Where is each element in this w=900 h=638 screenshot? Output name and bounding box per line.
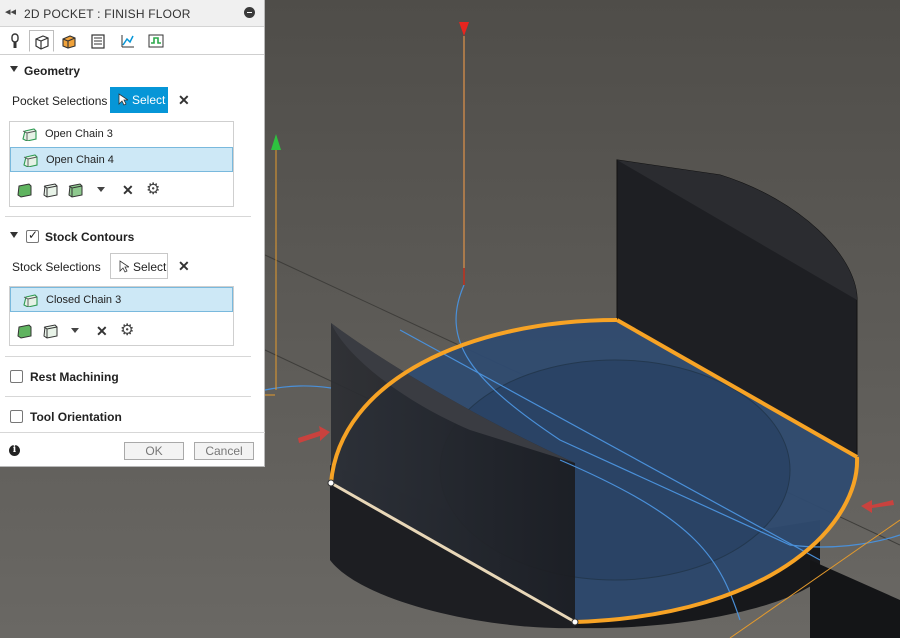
list-item-label: Closed Chain 3 bbox=[46, 294, 122, 306]
chevron-down-icon[interactable] bbox=[97, 187, 105, 192]
pocket-list-tools: ✕ ⚙ bbox=[10, 179, 233, 203]
clear-stock-selection-icon[interactable]: ✕ bbox=[178, 258, 190, 275]
delete-icon[interactable]: ✕ bbox=[122, 182, 134, 199]
cancel-button[interactable]: Cancel bbox=[194, 442, 254, 460]
list-item-label: Open Chain 4 bbox=[46, 154, 114, 166]
collapse-arrow-icon bbox=[10, 232, 18, 238]
stock-selection-list: Closed Chain 3 ✕ ⚙ bbox=[9, 286, 234, 346]
cursor-icon bbox=[119, 260, 129, 273]
stock-selections-label: Stock Selections bbox=[12, 260, 101, 274]
list-item[interactable]: Open Chain 3 bbox=[10, 122, 233, 147]
pocket-select-button[interactable]: Select bbox=[110, 87, 168, 113]
tab-passes[interactable] bbox=[86, 30, 111, 52]
double-left-arrow-icon[interactable]: ◂◂ bbox=[5, 5, 16, 18]
collapse-arrow-icon bbox=[10, 66, 18, 72]
chain-icon bbox=[22, 128, 37, 141]
2d-pocket-panel: ◂◂ 2D POCKET : FINISH FLOOR Geometry Poc… bbox=[0, 0, 265, 467]
stock-contours-section-header[interactable]: Stock Contours bbox=[0, 227, 265, 247]
simulation-icon bbox=[148, 34, 164, 48]
info-icon[interactable]: i bbox=[9, 445, 20, 456]
gear-icon[interactable]: ⚙ bbox=[146, 179, 160, 199]
list-item-label: Open Chain 3 bbox=[45, 128, 113, 140]
geometry-cube-icon bbox=[35, 35, 49, 50]
list-item[interactable]: Open Chain 4 bbox=[10, 147, 233, 172]
pocket-selection-list: Open Chain 3 Open Chain 4 ✕ ⚙ bbox=[9, 121, 234, 207]
panel-title: 2D POCKET : FINISH FLOOR bbox=[24, 7, 191, 21]
tool-icon bbox=[11, 33, 19, 48]
clear-pocket-selection-icon[interactable]: ✕ bbox=[178, 92, 190, 109]
panel-tabs bbox=[0, 27, 264, 55]
heights-icon bbox=[62, 35, 76, 49]
stock-contours-heading: Stock Contours bbox=[45, 230, 135, 244]
pocket-selections-label: Pocket Selections bbox=[12, 94, 108, 108]
list-item[interactable]: Closed Chain 3 bbox=[10, 287, 233, 312]
tab-heights[interactable] bbox=[57, 30, 82, 52]
chevron-down-icon[interactable] bbox=[71, 328, 79, 333]
panel-titlebar: ◂◂ 2D POCKET : FINISH FLOOR bbox=[0, 0, 264, 27]
tab-tool[interactable] bbox=[3, 30, 28, 52]
delete-icon[interactable]: ✕ bbox=[96, 323, 108, 340]
chain-select-icon[interactable] bbox=[67, 181, 84, 198]
face-select-icon[interactable] bbox=[16, 181, 33, 198]
stock-select-button[interactable]: Select bbox=[110, 253, 168, 279]
section-divider bbox=[5, 216, 251, 217]
ok-button[interactable]: OK bbox=[124, 442, 184, 460]
section-divider bbox=[5, 356, 251, 357]
tab-simulation[interactable] bbox=[144, 30, 169, 52]
stock-select-label: Select bbox=[133, 260, 167, 274]
stock-contours-checkbox[interactable] bbox=[26, 228, 39, 243]
gear-icon[interactable]: ⚙ bbox=[120, 320, 134, 340]
passes-icon bbox=[91, 34, 105, 49]
rest-machining-checkbox[interactable] bbox=[10, 370, 23, 383]
tool-orientation-checkbox[interactable] bbox=[10, 410, 23, 423]
tool-orientation-label: Tool Orientation bbox=[30, 410, 122, 424]
geometry-section-header[interactable]: Geometry bbox=[0, 61, 265, 81]
geometry-heading: Geometry bbox=[24, 64, 81, 78]
chain-icon bbox=[23, 294, 38, 307]
cursor-icon bbox=[118, 93, 128, 106]
rest-machining-label: Rest Machining bbox=[30, 370, 119, 384]
minus-circle-icon[interactable] bbox=[244, 7, 255, 18]
face-select-icon[interactable] bbox=[16, 322, 33, 339]
stock-list-tools: ✕ ⚙ bbox=[10, 320, 233, 344]
pocket-select-label: Select bbox=[132, 93, 166, 107]
silhouette-select-icon[interactable] bbox=[42, 322, 59, 339]
rest-machining-section-header[interactable]: Rest Machining bbox=[0, 367, 265, 387]
footer-divider bbox=[0, 432, 265, 433]
silhouette-select-icon[interactable] bbox=[42, 181, 59, 198]
tab-geometry[interactable] bbox=[29, 30, 54, 52]
section-divider bbox=[5, 396, 251, 397]
tool-orientation-section-header[interactable]: Tool Orientation bbox=[0, 407, 265, 427]
tab-linking[interactable] bbox=[115, 30, 140, 52]
chain-icon bbox=[23, 154, 38, 167]
linking-icon bbox=[121, 35, 134, 48]
